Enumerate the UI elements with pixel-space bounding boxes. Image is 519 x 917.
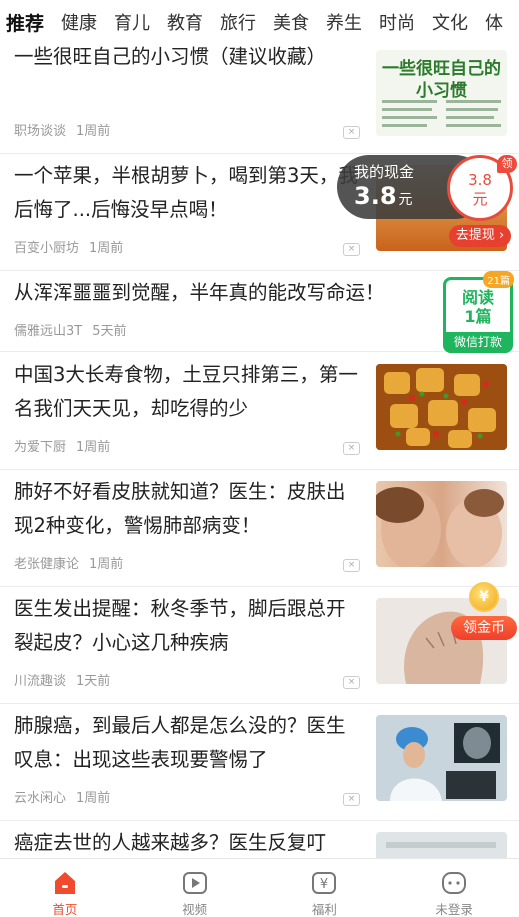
tab-parenting[interactable]: 育儿 [114,9,150,35]
nav-label: 首页 [52,902,78,917]
article-source: 职场谈谈 [14,124,67,139]
gold-coin-badge[interactable]: ¥ 领金币 [451,582,517,642]
dismiss-icon[interactable]: × [343,559,360,572]
article-meta: 川流趣谈 1天前 [14,670,110,689]
nav-welfare[interactable]: ¥ 福利 [260,859,390,917]
nav-label: 福利 [311,902,337,917]
nav-video[interactable]: 视频 [130,859,260,917]
article-title: 肺腺癌，到最后人都是怎么没的？医生叹息：出现这些表现要警惕了 [14,714,346,771]
article-thumbnail [376,715,507,801]
article-title: 一些很旺自己的小习惯（建议收藏） [14,45,327,68]
article-item[interactable]: 一些很旺自己的小习惯（建议收藏） 职场谈谈 1周前 × 一些很旺自己的小习惯 [0,36,519,154]
hospital-image [376,832,507,858]
tab-sports[interactable]: 体 [485,9,503,35]
claim-coins-button[interactable]: 领金币 [451,616,517,640]
article-meta: 百变小厨坊 1周前 [14,237,123,256]
article-source: 老张健康论 [14,557,80,572]
article-time: 1周前 [76,124,111,139]
category-tabs: 推荐 健康 育儿 教育 旅行 美食 养生 时尚 文化 体 [0,0,519,44]
thumbnail-text-lines [382,100,501,127]
article-meta: 云水闲心 1周前 [14,787,110,806]
cash-widget[interactable]: 我的现金 3.8 元 3.8 元 领 去提现 › [337,155,517,250]
article-thumbnail [376,481,507,567]
cash-amount: 3.8 元 [354,182,413,210]
home-icon [54,872,75,894]
article-source: 儒雅远山3T [14,324,83,339]
tab-education[interactable]: 教育 [167,9,203,35]
video-play-icon [182,872,207,894]
withdraw-button[interactable]: 去提现 › [449,225,511,247]
tab-wellness[interactable]: 养生 [326,9,362,35]
article-title: 医生发出提醒：秋冬季节，脚后跟总开裂起皮？小心这几种疾病 [14,597,346,654]
dismiss-icon[interactable]: × [343,442,360,455]
article-thumbnail [376,832,507,858]
nav-profile[interactable]: 未登录 [389,859,519,917]
article-source: 川流趣谈 [14,674,67,689]
yuan-wallet-icon: ¥ [312,872,337,894]
tab-fashion[interactable]: 时尚 [379,9,415,35]
doctor-xray-image [376,715,507,801]
article-thumbnail: 一些很旺自己的小习惯 [376,50,507,136]
reading-task-badge[interactable]: 21篇 阅读 1篇 微信打款 [443,271,514,353]
article-source: 云水闲心 [14,791,67,806]
wechat-payout-label: 微信打款 [443,332,513,353]
dismiss-icon[interactable]: × [343,676,360,689]
article-item[interactable]: 癌症去世的人越来越多？医生反复叮 [0,820,519,858]
tab-travel[interactable]: 旅行 [220,9,256,35]
article-item[interactable]: 医生发出提醒：秋冬季节，脚后跟总开裂起皮？小心这几种疾病 川流趣谈 1天前 × [0,586,519,704]
article-title: 一个苹果，半根胡萝卜，喝到第3天，我后悔了...后悔没早点喝！ [14,164,358,221]
claim-tag[interactable]: 领 [497,155,517,173]
nav-home[interactable]: 首页 [0,859,130,917]
read-task-text: 阅读 1篇 [461,288,494,326]
gold-coin-icon: ¥ [469,582,499,612]
article-source: 百变小厨坊 [14,241,80,256]
tab-food[interactable]: 美食 [273,9,309,35]
dismiss-icon[interactable]: × [343,126,360,139]
nav-label: 未登录 [435,902,473,917]
tab-health[interactable]: 健康 [61,9,97,35]
article-item[interactable]: 肺腺癌，到最后人都是怎么没的？医生叹息：出现这些表现要警惕了 云水闲心 1周前 … [0,703,519,821]
article-item[interactable]: 肺好不好看皮肤就知道？医生：皮肤出现2种变化，警惕肺部病变！ 老张健康论 1周前… [0,469,519,587]
article-title: 从浑浑噩噩到觉醒，半年真的能改写命运！ [14,281,385,304]
tab-recommend[interactable]: 推荐 [6,9,44,36]
article-meta: 儒雅远山3T 5天前 [14,320,127,339]
article-title: 癌症去世的人越来越多？医生反复叮 [14,831,327,854]
bottom-nav: 首页 视频 ¥ 福利 未登录 [0,858,519,917]
article-time: 1周前 [89,241,124,256]
tab-culture[interactable]: 文化 [432,9,468,35]
read-count-badge: 21篇 [483,271,514,288]
article-time: 1天前 [76,674,111,689]
article-title: 中国3大长寿食物，土豆只排第三，第一名我们天天见，却吃得的少 [14,363,358,420]
dismiss-icon[interactable]: × [343,793,360,806]
article-time: 1周前 [89,557,124,572]
svg-text:¥: ¥ [320,877,328,892]
article-time: 1周前 [76,440,111,455]
nav-label: 视频 [182,902,208,917]
article-time: 1周前 [76,791,111,806]
article-meta: 职场谈谈 1周前 [14,120,110,139]
skin-face-image [376,487,504,567]
user-face-icon [442,872,467,894]
article-meta: 老张健康论 1周前 [14,553,123,572]
cash-label: 我的现金 [354,163,415,181]
potato-dish-image [376,364,507,450]
article-item[interactable]: 从浑浑噩噩到觉醒，半年真的能改写命运！ 儒雅远山3T 5天前 [0,270,519,352]
article-time: 5天前 [92,324,127,339]
article-meta: 为爱下厨 1周前 [14,436,110,455]
article-source: 为爱下厨 [14,440,67,455]
article-thumbnail [376,364,507,450]
article-item[interactable]: 中国3大长寿食物，土豆只排第三，第一名我们天天见，却吃得的少 为爱下厨 1周前 … [0,352,519,470]
thumbnail-title: 一些很旺自己的小习惯 [382,59,501,101]
article-title: 肺好不好看皮肤就知道？医生：皮肤出现2种变化，警惕肺部病变！ [14,480,346,537]
